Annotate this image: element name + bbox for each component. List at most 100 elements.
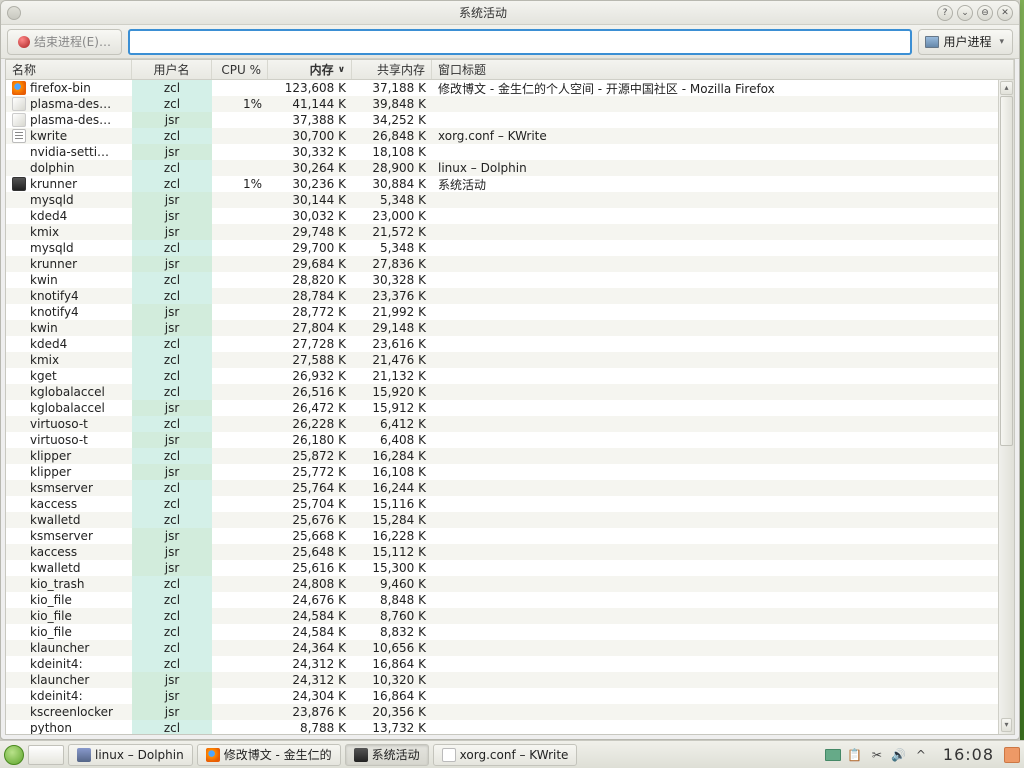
- end-process-button[interactable]: 结束进程(E)…: [7, 29, 122, 55]
- show-desktop-button[interactable]: [1004, 747, 1020, 763]
- blank-icon: [12, 401, 26, 415]
- table-row[interactable]: virtuoso-tzcl26,228 K6,412 K: [6, 416, 998, 432]
- filter-label: 用户进程: [943, 33, 991, 50]
- table-row[interactable]: knotify4jsr28,772 K21,992 K: [6, 304, 998, 320]
- column-window-title[interactable]: 窗口标题: [432, 60, 1014, 79]
- clipboard-icon[interactable]: 📋: [847, 747, 863, 763]
- table-row[interactable]: kaccesszcl25,704 K15,116 K: [6, 496, 998, 512]
- table-row[interactable]: kded4zcl27,728 K23,616 K: [6, 336, 998, 352]
- process-name: kio_file: [30, 625, 72, 639]
- cell-name: ksmserver: [6, 528, 132, 544]
- column-shared-memory[interactable]: 共享内存: [352, 60, 432, 79]
- app-launcher-icon[interactable]: [4, 745, 24, 765]
- cell-memory: 24,312 K: [268, 656, 352, 672]
- window-menu-icon[interactable]: [7, 6, 21, 20]
- cell-cpu: [212, 320, 268, 336]
- maximize-button[interactable]: ⊖: [977, 5, 993, 21]
- taskbar: linux – Dolphin修改博文 - 金生仁的 系统活动 xorg.conf …: [0, 740, 1024, 768]
- task-kwrite[interactable]: xorg.conf – KWrite: [433, 744, 578, 766]
- vertical-scrollbar[interactable]: ▴ ▾: [998, 80, 1014, 734]
- table-row[interactable]: kwalletdjsr25,616 K15,300 K: [6, 560, 998, 576]
- titlebar[interactable]: 系统活动 ? ⌄ ⊖ ✕: [1, 1, 1019, 25]
- cell-shared-memory: 30,328 K: [352, 272, 432, 288]
- table-row[interactable]: virtuoso-tjsr26,180 K6,408 K: [6, 432, 998, 448]
- cell-cpu: [212, 224, 268, 240]
- table-row[interactable]: pythonzcl8,788 K13,732 K: [6, 720, 998, 734]
- desktop-pager[interactable]: [28, 745, 64, 765]
- close-button[interactable]: ✕: [997, 5, 1013, 21]
- process-name: kglobalaccel: [30, 401, 105, 415]
- cell-user: jsr: [132, 112, 212, 128]
- table-row[interactable]: kwinjsr27,804 K29,148 K: [6, 320, 998, 336]
- table-row[interactable]: klipperjsr25,772 K16,108 K: [6, 464, 998, 480]
- table-row[interactable]: kwinzcl28,820 K30,328 K: [6, 272, 998, 288]
- minimize-button[interactable]: ⌄: [957, 5, 973, 21]
- cell-user: zcl: [132, 512, 212, 528]
- table-row[interactable]: kaccessjsr25,648 K15,112 K: [6, 544, 998, 560]
- table-row[interactable]: mysqldzcl29,700 K5,348 K: [6, 240, 998, 256]
- search-input[interactable]: [128, 29, 913, 55]
- table-row[interactable]: klauncherjsr24,312 K10,320 K: [6, 672, 998, 688]
- table-row[interactable]: kio_trashzcl24,808 K9,460 K: [6, 576, 998, 592]
- table-row[interactable]: kdeinit4:jsr24,304 K16,864 K: [6, 688, 998, 704]
- table-row[interactable]: mysqldjsr30,144 K5,348 K: [6, 192, 998, 208]
- table-row[interactable]: kded4jsr30,032 K23,000 K: [6, 208, 998, 224]
- table-row[interactable]: knotify4zcl28,784 K23,376 K: [6, 288, 998, 304]
- process-filter-button[interactable]: 用户进程 ▾: [918, 29, 1013, 55]
- cell-name: kio_file: [6, 624, 132, 640]
- cell-window-title: [432, 624, 998, 640]
- table-row[interactable]: kmixjsr29,748 K21,572 K: [6, 224, 998, 240]
- scroll-down-button[interactable]: ▾: [1001, 718, 1012, 732]
- table-row[interactable]: kio_filezcl24,676 K8,848 K: [6, 592, 998, 608]
- table-row[interactable]: ksmserverjsr25,668 K16,228 K: [6, 528, 998, 544]
- table-row[interactable]: plasma-des…zcl1%41,144 K39,848 K: [6, 96, 998, 112]
- table-row[interactable]: kwalletdzcl25,676 K15,284 K: [6, 512, 998, 528]
- table-row[interactable]: kdeinit4:zcl24,312 K16,864 K: [6, 656, 998, 672]
- cell-memory: 25,764 K: [268, 480, 352, 496]
- monitor-icon[interactable]: [825, 747, 841, 763]
- table-row[interactable]: kmixzcl27,588 K21,476 K: [6, 352, 998, 368]
- table-row[interactable]: kgetzcl26,932 K21,132 K: [6, 368, 998, 384]
- table-row[interactable]: kwritezcl30,700 K26,848 Kxorg.conf – KWr…: [6, 128, 998, 144]
- column-name[interactable]: 名称: [6, 60, 132, 79]
- task-dolphin[interactable]: linux – Dolphin: [68, 744, 193, 766]
- table-row[interactable]: klauncherzcl24,364 K10,656 K: [6, 640, 998, 656]
- cell-window-title: [432, 672, 998, 688]
- cell-cpu: [212, 576, 268, 592]
- process-name: kded4: [30, 337, 67, 351]
- help-button[interactable]: ?: [937, 5, 953, 21]
- kwrite-icon: [442, 748, 456, 762]
- table-row[interactable]: kscreenlockerjsr23,876 K20,356 K: [6, 704, 998, 720]
- cell-name: kmix: [6, 352, 132, 368]
- table-row[interactable]: krunnerjsr29,684 K27,836 K: [6, 256, 998, 272]
- task-krunner[interactable]: 系统活动: [345, 744, 429, 766]
- column-memory[interactable]: 内存∨: [268, 60, 352, 79]
- table-row[interactable]: kglobalaccelzcl26,516 K15,920 K: [6, 384, 998, 400]
- table-row[interactable]: ksmserverzcl25,764 K16,244 K: [6, 480, 998, 496]
- table-row[interactable]: kio_filezcl24,584 K8,760 K: [6, 608, 998, 624]
- task-firefox[interactable]: 修改博文 - 金生仁的: [197, 744, 341, 766]
- table-row[interactable]: firefox-binzcl123,608 K37,188 K修改博文 - 金生…: [6, 80, 998, 96]
- scissors-icon[interactable]: ✂: [869, 747, 885, 763]
- cell-name: python: [6, 720, 132, 734]
- clock[interactable]: 16:08: [937, 745, 1000, 764]
- table-row[interactable]: kglobalacceljsr26,472 K15,912 K: [6, 400, 998, 416]
- tray-expand-icon[interactable]: ^: [913, 747, 929, 763]
- column-user[interactable]: 用户名: [132, 60, 212, 79]
- process-name: kget: [30, 369, 57, 383]
- table-row[interactable]: nvidia-setti…jsr30,332 K18,108 K: [6, 144, 998, 160]
- column-cpu[interactable]: CPU %: [212, 60, 268, 79]
- scroll-up-button[interactable]: ▴: [1000, 81, 1013, 95]
- table-row[interactable]: dolphinzcl30,264 K28,900 Klinux – Dolphi…: [6, 160, 998, 176]
- table-row[interactable]: krunnerzcl1%30,236 K30,884 K系统活动: [6, 176, 998, 192]
- task-label: 系统活动: [372, 746, 420, 763]
- scroll-thumb[interactable]: [1000, 96, 1013, 446]
- cell-shared-memory: 29,148 K: [352, 320, 432, 336]
- volume-icon[interactable]: 🔊: [891, 747, 907, 763]
- process-name: klipper: [30, 465, 71, 479]
- table-row[interactable]: klipperzcl25,872 K16,284 K: [6, 448, 998, 464]
- cell-name: kdeinit4:: [6, 688, 132, 704]
- task-list: linux – Dolphin修改博文 - 金生仁的 系统活动 xorg.conf …: [68, 744, 577, 766]
- table-row[interactable]: plasma-des…jsr37,388 K34,252 K: [6, 112, 998, 128]
- table-row[interactable]: kio_filezcl24,584 K8,832 K: [6, 624, 998, 640]
